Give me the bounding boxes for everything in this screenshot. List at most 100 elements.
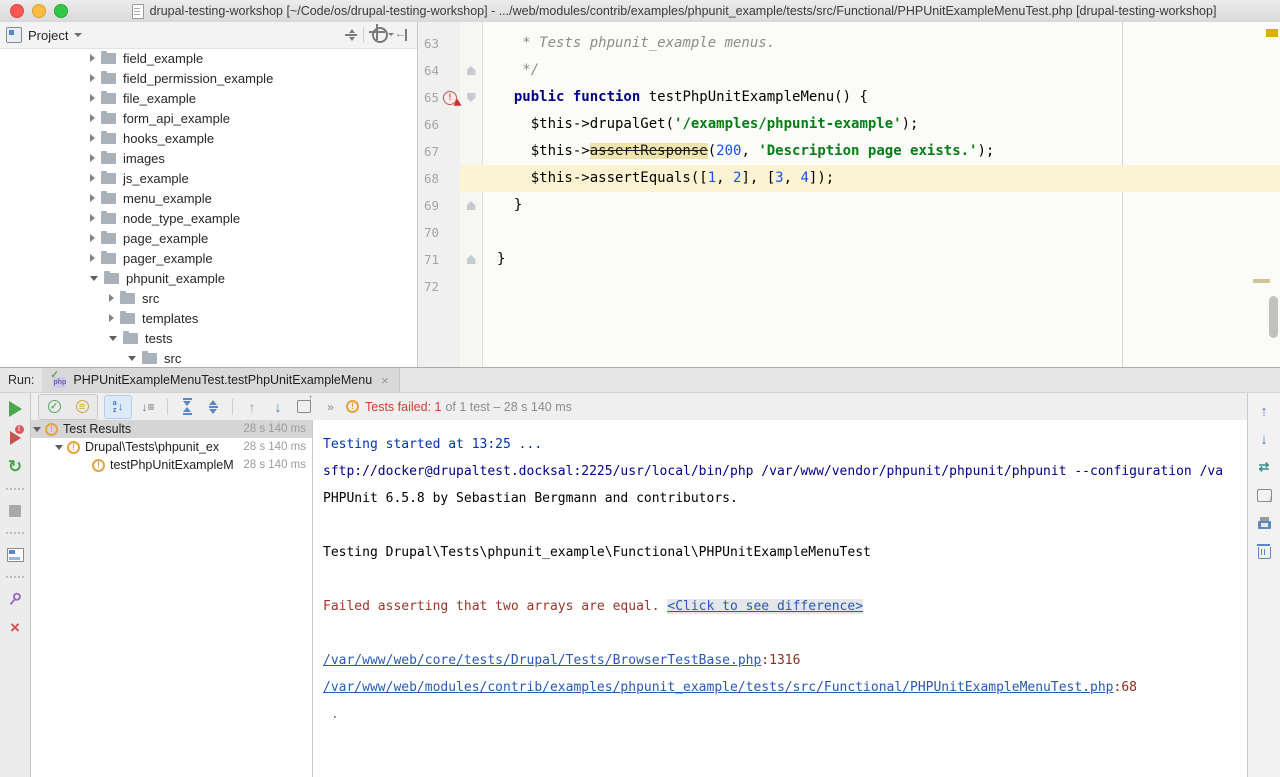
project-tree-item[interactable]: pager_example: [0, 248, 417, 268]
chevron-right-icon[interactable]: [90, 234, 95, 242]
editor-line[interactable]: 65! public function testPhpUnitExampleMe…: [418, 84, 1280, 111]
chevron-right-icon[interactable]: [90, 214, 95, 222]
stop-button[interactable]: [9, 501, 21, 521]
close-panel-button[interactable]: ×: [10, 618, 20, 638]
window-minimize-button[interactable]: [32, 4, 46, 18]
chevron-down-icon[interactable]: [74, 33, 82, 37]
console-text: .: [323, 707, 339, 722]
project-tree-item[interactable]: src: [0, 348, 417, 367]
project-tree-item[interactable]: js_example: [0, 168, 417, 188]
console-link[interactable]: <Click to see difference>: [667, 599, 863, 614]
project-tree-item[interactable]: page_example: [0, 228, 417, 248]
window-close-button[interactable]: [10, 4, 24, 18]
sort-by-duration-button[interactable]: ↓≡: [138, 397, 158, 417]
project-panel: Project field_examplefield_permission_ex…: [0, 22, 418, 367]
test-tree-row[interactable]: !Drupal\Tests\phpunit_ex28 s 140 ms: [31, 438, 312, 456]
chevron-right-icon[interactable]: [109, 314, 114, 322]
rerun-button[interactable]: [9, 399, 22, 419]
console-link[interactable]: /var/www/web/core/tests/Drupal/Tests/Bro…: [323, 653, 761, 668]
rerun-failed-tests-button[interactable]: !: [10, 428, 21, 448]
project-tree-item[interactable]: file_example: [0, 88, 417, 108]
hide-panel-button[interactable]: [393, 26, 411, 44]
scroll-to-end-button[interactable]: [1257, 487, 1272, 503]
chevron-down-icon[interactable]: [55, 445, 63, 450]
project-tree-item[interactable]: phpunit_example: [0, 268, 417, 288]
chevron-right-icon[interactable]: [90, 154, 95, 162]
editor-line[interactable]: 68 $this->assertEquals([1, 2], [3, 4]);: [418, 165, 1280, 192]
chevron-right-icon[interactable]: [90, 254, 95, 262]
chevron-right-icon[interactable]: [109, 294, 114, 302]
chevron-right-icon[interactable]: [90, 134, 95, 142]
close-tab-icon[interactable]: ×: [381, 373, 389, 388]
down-stack-trace-button[interactable]: ↓: [1260, 431, 1268, 447]
project-tree-item[interactable]: hooks_example: [0, 128, 417, 148]
rerun-failed-test-gutter-icon[interactable]: !: [443, 91, 457, 105]
console-text: sftp://docker@drupaltest.docksal:2225/us…: [323, 464, 1223, 479]
tests-failed-detail: of 1 test – 28 s 140 ms: [445, 400, 571, 414]
project-tree-item[interactable]: src: [0, 288, 417, 308]
project-tree-item[interactable]: field_example: [0, 48, 417, 68]
project-tree-item[interactable]: field_permission_example: [0, 68, 417, 88]
editor-line[interactable]: 71}: [418, 246, 1280, 273]
fold-up-icon[interactable]: [467, 255, 476, 264]
project-tree-item[interactable]: templates: [0, 308, 417, 328]
import-test-results-button[interactable]: [294, 397, 314, 417]
project-tree-item[interactable]: tests: [0, 328, 417, 348]
editor-line[interactable]: 66 $this->drupalGet('/examples/phpunit-e…: [418, 111, 1280, 138]
project-item-label: node_type_example: [123, 211, 240, 226]
editor-line[interactable]: 70: [418, 219, 1280, 246]
chevron-right-icon[interactable]: [90, 54, 95, 62]
chevron-down-icon[interactable]: [128, 356, 136, 361]
test-tree-row[interactable]: !Test Results28 s 140 ms: [31, 420, 312, 438]
chevron-right-icon[interactable]: [90, 114, 95, 122]
more-actions-chevron[interactable]: »: [320, 397, 340, 417]
project-tree-item[interactable]: node_type_example: [0, 208, 417, 228]
print-button[interactable]: [1258, 515, 1271, 531]
editor-line[interactable]: 69 }: [418, 192, 1280, 219]
show-passed-button[interactable]: ✓: [44, 397, 64, 417]
chevron-down-icon[interactable]: [33, 427, 41, 432]
up-stack-trace-button[interactable]: ↑: [1260, 403, 1268, 419]
next-failed-test-button[interactable]: ↓: [268, 397, 288, 417]
console-link[interactable]: /var/www/web/modules/contrib/examples/ph…: [323, 680, 1114, 695]
test-tree-row[interactable]: !testPhpUnitExampleM28 s 140 ms: [31, 456, 312, 474]
project-panel-title[interactable]: Project: [28, 28, 68, 43]
show-ignored-button[interactable]: ≡: [72, 397, 92, 417]
chevron-down-icon[interactable]: [90, 276, 98, 281]
previous-failed-test-button[interactable]: ↑: [242, 397, 262, 417]
test-console-output[interactable]: Testing started at 13:25 ...sftp://docke…: [313, 420, 1247, 777]
settings-gear-button[interactable]: [371, 26, 389, 44]
editor-line[interactable]: 67 $this->assertResponse(200, 'Descripti…: [418, 138, 1280, 165]
fold-column: [460, 111, 482, 138]
project-tree-item[interactable]: images: [0, 148, 417, 168]
restore-layout-button[interactable]: [7, 545, 24, 565]
expand-all-button[interactable]: [177, 397, 197, 417]
window-zoom-button[interactable]: [54, 4, 68, 18]
project-tree-item[interactable]: menu_example: [0, 188, 417, 208]
collapse-all-button[interactable]: [203, 397, 223, 417]
chevron-down-icon[interactable]: [109, 336, 117, 341]
run-tab-title: PHPUnitExampleMenuTest.testPhpUnitExampl…: [73, 373, 372, 387]
soft-wrap-button[interactable]: ⇄: [1259, 459, 1270, 475]
chevron-right-icon[interactable]: [90, 194, 95, 202]
chevron-right-icon[interactable]: [90, 74, 95, 82]
toggle-auto-test-button[interactable]: ↻: [8, 457, 22, 477]
code-editor[interactable]: 63 * Tests phpunit_example menus.64 */65…: [418, 22, 1280, 367]
project-tree-item[interactable]: form_api_example: [0, 108, 417, 128]
chevron-right-icon[interactable]: [90, 174, 95, 182]
fold-down-icon[interactable]: [467, 93, 476, 102]
fold-up-icon[interactable]: [467, 201, 476, 210]
run-configuration-tab[interactable]: ✓php PHPUnitExampleMenuTest.testPhpUnitE…: [42, 368, 399, 392]
chevron-right-icon[interactable]: [90, 94, 95, 102]
sort-alphabetically-button[interactable]: az↓: [104, 395, 132, 419]
code-segment: 1: [708, 170, 716, 186]
console-text: PHPUnit 6.5.8 by Sebastian Bergmann and …: [323, 491, 738, 506]
clear-all-button[interactable]: [1258, 543, 1271, 559]
scroll-from-source-button[interactable]: [342, 26, 360, 44]
fold-up-icon[interactable]: [467, 66, 476, 75]
editor-line[interactable]: 64 */: [418, 57, 1280, 84]
pin-tab-button[interactable]: [8, 589, 22, 609]
editor-line[interactable]: 72: [418, 273, 1280, 300]
editor-scrollbar-thumb[interactable]: [1269, 296, 1278, 338]
editor-line[interactable]: 63 * Tests phpunit_example menus.: [418, 30, 1280, 57]
